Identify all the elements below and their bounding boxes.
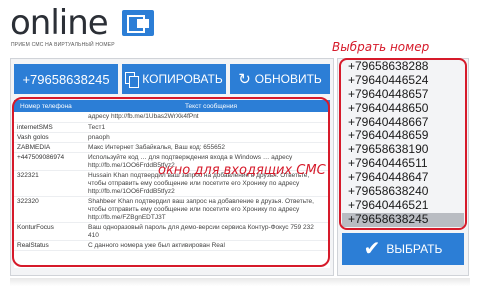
message-cell: Shahbeer Khan подтвердил ваш запрос на д…	[88, 198, 314, 221]
number-option[interactable]: +79640448657	[342, 87, 464, 102]
message-cell: Макс Интернет Забайкалья, Ваш код: 65565…	[88, 144, 225, 151]
copy-button[interactable]: КОПИРОВАТЬ	[122, 64, 226, 94]
number-option[interactable]: +79640446521	[342, 198, 464, 213]
sender-cell: 322321	[17, 172, 39, 179]
choose-button-label: ВЫБРАТЬ	[386, 242, 443, 256]
choose-button[interactable]: ✔ ВЫБРАТЬ	[342, 233, 464, 265]
table-row: KonturFocus Ваш одноразовый пароль для д…	[14, 223, 330, 241]
table-row: internetSMS Тест1	[14, 123, 330, 133]
refresh-button[interactable]: ↻ ОБНОВИТЬ	[230, 64, 330, 94]
copy-button-label: КОПИРОВАТЬ	[142, 72, 223, 86]
sender-cell: 322320	[17, 198, 39, 205]
number-option[interactable]: +79640448650	[342, 101, 464, 116]
logo: online ПРИЕМ СМС НА ВИРТУАЛЬНЫЙ НОМЕР	[10, 3, 154, 52]
number-option[interactable]: +79640448647	[342, 170, 464, 185]
sms-table: Номер телефона Текст сообщения адресу ht…	[14, 100, 330, 268]
current-number-button[interactable]: +79658638245	[14, 64, 118, 94]
refresh-icon: ↻	[238, 70, 251, 88]
sender-cell: internetSMS	[17, 124, 53, 131]
message-cell: Ваш одноразовый пароль для демо-версии с…	[88, 224, 314, 239]
refresh-button-label: ОБНОВИТЬ	[254, 72, 322, 86]
number-option[interactable]: +79640446511	[342, 156, 464, 171]
table-row: RealStatus С данного номера уже был акти…	[14, 241, 330, 251]
sim-card-icon	[122, 10, 154, 36]
table-row: Vash golos pnaoph	[14, 133, 330, 143]
sender-cell: RealStatus	[17, 242, 49, 249]
message-cell: Тест1	[88, 124, 106, 131]
number-option-selected[interactable]: +79658638245	[342, 212, 464, 227]
message-cell: pnaoph	[88, 134, 110, 141]
number-option[interactable]: +79640446524	[342, 73, 464, 88]
sender-cell: +447509086974	[17, 154, 65, 161]
number-list[interactable]: +79658638288 +79640446524 +79640448657 +…	[342, 60, 464, 228]
check-icon: ✔	[363, 238, 381, 260]
sender-cell: KonturFocus	[17, 224, 54, 231]
message-cell: С данного номера уже был активирован Rea…	[88, 242, 225, 249]
logo-wordmark: online	[10, 3, 109, 43]
message-cell: адресу http://fb.me/1Ubas2WrXk4fPnt	[88, 113, 199, 120]
sender-cell: ZABMEDIA	[17, 144, 51, 151]
number-option[interactable]: +79640448659	[342, 129, 464, 143]
sender-cell	[14, 112, 88, 122]
copy-icon	[125, 72, 140, 88]
number-option[interactable]: +79658638240	[342, 184, 464, 199]
inbox-annotation: окно для входящих СМС	[158, 163, 326, 178]
bottom-shadow	[10, 278, 470, 286]
choose-number-annotation: Выбрать номер	[332, 40, 430, 54]
sender-cell: Vash golos	[17, 134, 49, 141]
table-row: 322320 Shahbeer Khan подтвердил ваш запр…	[14, 197, 330, 223]
logo-tagline: ПРИЕМ СМС НА ВИРТУАЛЬНЫЙ НОМЕР	[11, 42, 115, 48]
number-option[interactable]: +79658638190	[342, 142, 464, 157]
number-option[interactable]: +79658638288	[342, 60, 464, 74]
table-header: Номер телефона Текст сообщения	[14, 100, 330, 112]
number-option[interactable]: +79640448667	[342, 115, 464, 130]
column-header-phone: Номер телефона	[20, 102, 72, 110]
current-number-label: +79658638245	[22, 71, 110, 87]
table-row: ZABMEDIA Макс Интернет Забайкалья, Ваш к…	[14, 143, 330, 153]
column-header-message: Текст сообщения	[184, 102, 238, 110]
table-row: адресу http://fb.me/1Ubas2WrXk4fPnt	[14, 112, 330, 123]
